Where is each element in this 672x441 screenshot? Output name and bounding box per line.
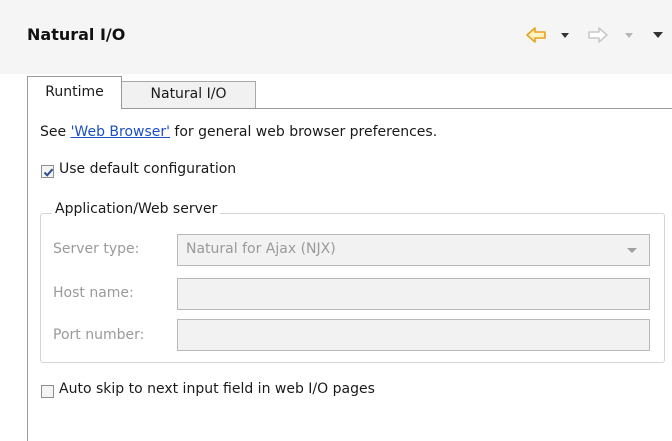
host-name-field[interactable] [177, 278, 650, 310]
web-browser-info: See 'Web Browser' for general web browse… [40, 124, 437, 140]
back-arrow-icon[interactable] [525, 24, 547, 46]
use-default-config-checkbox[interactable] [41, 165, 54, 178]
chevron-down-icon [627, 248, 637, 253]
forward-dropdown-arrow-icon[interactable] [624, 24, 634, 46]
port-number-field[interactable] [177, 319, 650, 351]
back-dropdown-arrow-icon[interactable] [560, 24, 570, 46]
app-web-server-group-title: Application/Web server [52, 201, 221, 217]
server-type-value: Natural for Ajax (NJX) [186, 241, 336, 257]
host-name-label: Host name: [53, 285, 134, 301]
tab-runtime[interactable]: Runtime [27, 76, 122, 109]
web-browser-link[interactable]: 'Web Browser' [71, 124, 170, 140]
forward-arrow-icon[interactable] [587, 24, 609, 46]
see-suffix-text: for general web browser preferences. [169, 124, 438, 140]
auto-skip-label: Auto skip to next input field in web I/O… [59, 381, 375, 397]
see-prefix-text: See [40, 124, 71, 140]
use-default-config-label: Use default configuration [59, 161, 237, 177]
auto-skip-checkbox[interactable] [41, 385, 54, 398]
view-menu-icon[interactable] [652, 24, 664, 46]
server-type-select[interactable]: Natural for Ajax (NJX) [177, 234, 650, 266]
port-number-label: Port number: [53, 327, 145, 343]
page-title: Natural I/O [27, 25, 126, 44]
server-type-label: Server type: [53, 241, 140, 257]
tab-natural-io[interactable]: Natural I/O [121, 81, 256, 109]
